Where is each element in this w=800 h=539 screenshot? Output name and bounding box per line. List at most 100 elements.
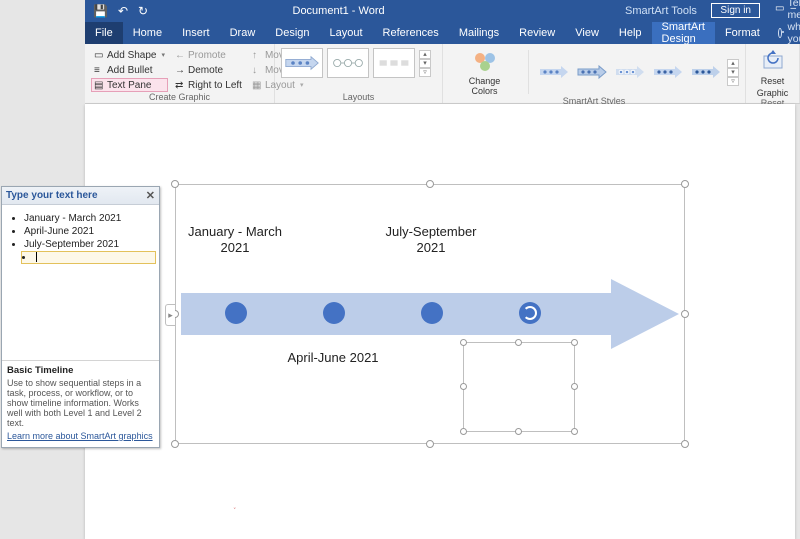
group-styles: Change Colors ▴▾▿ SmartArt Styles xyxy=(443,44,746,103)
tab-references[interactable]: References xyxy=(373,22,449,44)
text-pane-footer: Basic Timeline Use to show sequential st… xyxy=(2,360,159,447)
contextual-tools-title: SmartArt Tools xyxy=(625,5,697,17)
timeline-label-1[interactable]: January - March 2021 xyxy=(185,224,285,255)
tab-format[interactable]: Format xyxy=(715,22,770,44)
learn-more-link[interactable]: Learn more about SmartArt graphics xyxy=(7,431,154,441)
title-bar: 💾 ↶ ↻ Document1 - Word SmartArt Tools Si… xyxy=(85,0,800,22)
text-pane-icon: ▤ xyxy=(94,80,104,90)
style-thumb-2[interactable] xyxy=(575,59,609,85)
ribbon: ▭Add Shape▾ ≡Add Bullet ▤Text Pane ←Prom… xyxy=(85,44,800,104)
footer-description: Use to show sequential steps in a task, … xyxy=(7,378,142,428)
document-canvas[interactable]: ▸ January - March 2021 April-June 2021 J… xyxy=(85,104,795,539)
add-shape-button[interactable]: ▭Add Shape▾ xyxy=(91,48,168,62)
style-thumb-5[interactable] xyxy=(689,59,723,85)
reset-graphic-button[interactable]: Reset Graphic xyxy=(752,48,793,98)
timeline-label-3[interactable]: July-September 2021 xyxy=(381,224,481,255)
layout-thumb-1[interactable] xyxy=(281,48,323,78)
inner-handle-ne[interactable] xyxy=(571,339,578,346)
ribbon-tabs: File Home Insert Draw Design Layout Refe… xyxy=(85,22,800,44)
resize-handle-nw[interactable] xyxy=(171,180,179,188)
inner-handle-n[interactable] xyxy=(515,339,522,346)
timeline-label-2[interactable]: April-June 2021 xyxy=(283,350,383,366)
promote-button[interactable]: ←Promote xyxy=(172,48,245,62)
inner-handle-sw[interactable] xyxy=(460,428,467,435)
close-icon[interactable]: ✕ xyxy=(146,189,155,202)
text-pane-list: January - March 2021 April-June 2021 Jul… xyxy=(24,213,155,263)
sign-in-button[interactable]: Sign in xyxy=(711,3,760,18)
redo-icon[interactable]: ↻ xyxy=(138,4,148,18)
layout-thumb-3[interactable] xyxy=(373,48,415,78)
tell-me-search[interactable]: Tell me what you want to do xyxy=(778,22,800,44)
move-up-icon: ↑ xyxy=(252,50,262,60)
resize-handle-e[interactable] xyxy=(681,310,689,318)
smartart-graphic[interactable]: ▸ January - March 2021 April-June 2021 J… xyxy=(175,184,685,444)
inner-handle-w[interactable] xyxy=(460,383,467,390)
ribbon-options-icon[interactable]: ▭ xyxy=(775,3,784,14)
footer-title: Basic Timeline xyxy=(7,365,154,376)
timeline-dot-3[interactable] xyxy=(421,302,443,324)
text-placeholder-selection[interactable] xyxy=(463,342,575,432)
tab-view[interactable]: View xyxy=(565,22,609,44)
styles-gallery: ▴▾▿ xyxy=(537,59,739,86)
tab-design[interactable]: Design xyxy=(265,22,319,44)
demote-button[interactable]: →Demote xyxy=(172,63,245,77)
text-pane-body[interactable]: January - March 2021 April-June 2021 Jul… xyxy=(2,205,159,360)
tab-smartart-design[interactable]: SmartArt Design xyxy=(652,22,715,44)
list-item-editing[interactable] xyxy=(22,252,155,263)
undo-icon[interactable]: ↶ xyxy=(118,4,128,18)
text-caret xyxy=(36,252,37,262)
group-layouts: ▴▾▿ Layouts xyxy=(275,44,443,103)
rtl-icon: ⇄ xyxy=(175,80,185,90)
style-thumb-1[interactable] xyxy=(537,59,571,85)
tab-draw[interactable]: Draw xyxy=(220,22,266,44)
add-bullet-button[interactable]: ≡Add Bullet xyxy=(91,63,168,77)
style-thumb-4[interactable] xyxy=(651,59,685,85)
timeline-dot-2[interactable] xyxy=(323,302,345,324)
demote-icon: → xyxy=(175,65,185,75)
tab-mailings[interactable]: Mailings xyxy=(449,22,509,44)
text-pane-window[interactable]: Type your text here ✕ January - March 20… xyxy=(1,186,160,448)
reset-label-2: Graphic xyxy=(757,88,789,98)
reset-label-1: Reset xyxy=(761,76,785,86)
save-icon[interactable]: 💾 xyxy=(93,4,108,18)
list-item[interactable]: July-September 2021 xyxy=(24,239,155,250)
resize-handle-ne[interactable] xyxy=(681,180,689,188)
tab-file[interactable]: File xyxy=(85,22,123,44)
resize-handle-se[interactable] xyxy=(681,440,689,448)
inner-handle-s[interactable] xyxy=(515,428,522,435)
promote-icon: ← xyxy=(175,50,185,60)
layout-icon: ▦ xyxy=(252,80,262,90)
list-item[interactable]: January - March 2021 xyxy=(24,213,155,224)
styles-more[interactable]: ▴▾▿ xyxy=(727,59,739,86)
inner-handle-nw[interactable] xyxy=(460,339,467,346)
text-pane-button[interactable]: ▤Text Pane xyxy=(91,78,168,92)
resize-handle-sw[interactable] xyxy=(171,440,179,448)
group-create-graphic: ▭Add Shape▾ ≡Add Bullet ▤Text Pane ←Prom… xyxy=(85,44,275,103)
resize-handle-s[interactable] xyxy=(426,440,434,448)
change-colors-button[interactable]: Change Colors xyxy=(449,48,520,96)
text-pane-titlebar[interactable]: Type your text here ✕ xyxy=(2,187,159,205)
lightbulb-icon xyxy=(778,28,782,38)
tab-layout[interactable]: Layout xyxy=(320,22,373,44)
timeline-dot-4[interactable] xyxy=(519,302,541,324)
tab-insert[interactable]: Insert xyxy=(172,22,220,44)
list-item[interactable]: April-June 2021 xyxy=(24,226,155,237)
inner-handle-se[interactable] xyxy=(571,428,578,435)
quick-access-toolbar: 💾 ↶ ↻ xyxy=(93,4,148,18)
tab-review[interactable]: Review xyxy=(509,22,565,44)
add-shape-icon: ▭ xyxy=(94,50,104,60)
reset-icon xyxy=(760,50,786,74)
text-pane-toggle-tab[interactable]: ▸ xyxy=(165,304,175,326)
style-thumb-3[interactable] xyxy=(613,59,647,85)
document-title: Document1 - Word xyxy=(293,5,385,17)
inner-handle-e[interactable] xyxy=(571,383,578,390)
group-label-create: Create Graphic xyxy=(91,92,268,103)
resize-handle-n[interactable] xyxy=(426,180,434,188)
right-to-left-button[interactable]: ⇄Right to Left xyxy=(172,78,245,92)
layout-thumb-2[interactable] xyxy=(327,48,369,78)
proofing-marker: ˯ xyxy=(233,499,236,510)
tab-help[interactable]: Help xyxy=(609,22,652,44)
timeline-dot-1[interactable] xyxy=(225,302,247,324)
layouts-more[interactable]: ▴▾▿ xyxy=(419,50,431,77)
tab-home[interactable]: Home xyxy=(123,22,172,44)
